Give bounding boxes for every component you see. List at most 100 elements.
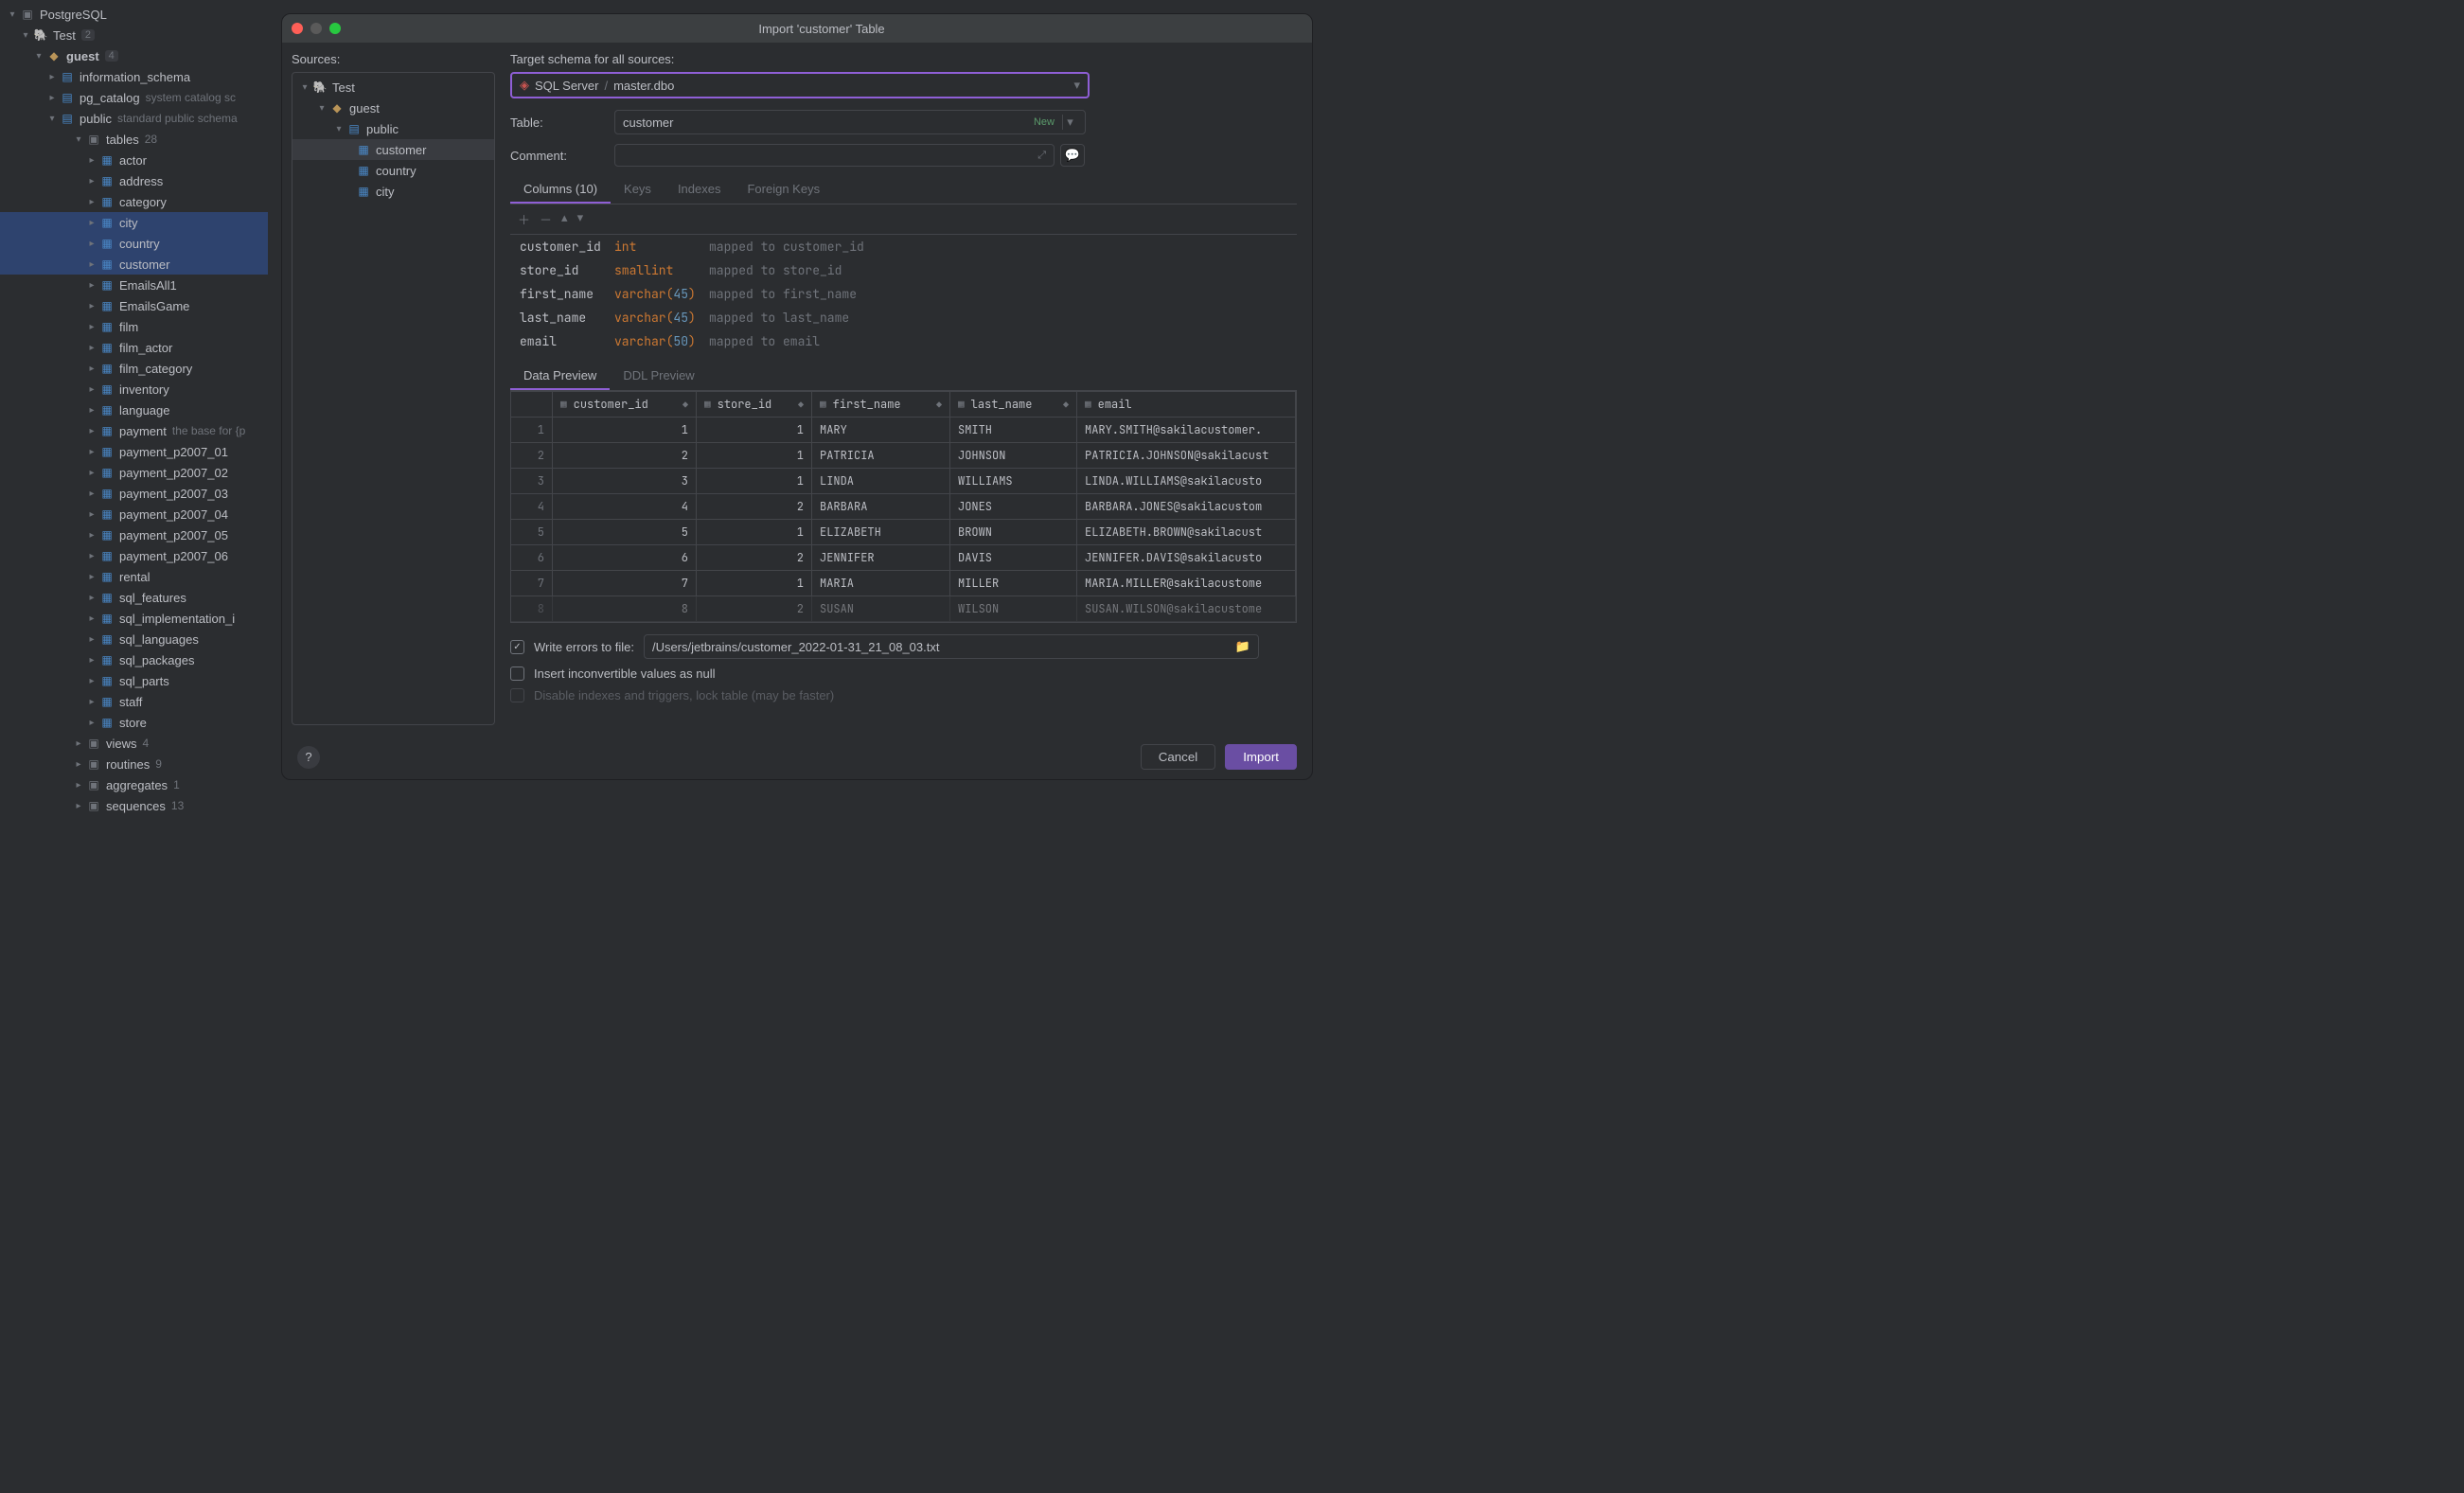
tree-connection[interactable]: ▾ 🐘 Test 2 [0, 25, 268, 45]
cell-first-name: PATRICIA [812, 443, 950, 468]
expand-icon[interactable]: ⤢ [1037, 150, 1046, 162]
cell-store-id: 1 [697, 469, 812, 493]
tree-database[interactable]: ▾ ◆ guest 4 [0, 45, 268, 66]
tree-schema[interactable]: ▸ ▤ information_schema [0, 66, 268, 87]
tree-table[interactable]: ▸ ▦ sql_parts [0, 670, 268, 691]
tree-table[interactable]: ▸ ▦ payment_p2007_01 [0, 441, 268, 462]
help-button[interactable]: ? [297, 746, 320, 769]
tree-table[interactable]: ▸ ▦ EmailsAll1 [0, 275, 268, 295]
tree-root[interactable]: ▾ ▣ PostgreSQL [0, 4, 268, 25]
move-up-icon[interactable]: ▴ [561, 210, 568, 228]
tree-schema[interactable]: ▸ ▤ pg_catalog system catalog sc [0, 87, 268, 108]
table-row[interactable]: 4 4 2 BARBARA JONES BARBARA.JONES@sakila… [511, 494, 1296, 520]
tree-table[interactable]: ▸ ▦ country [0, 233, 268, 254]
tree-schema[interactable]: ▾ ▤ public standard public schema [0, 108, 268, 129]
tree-table[interactable]: ▸ ▦ rental [0, 566, 268, 587]
mapping-row[interactable]: store_id smallint mapped to store_id [510, 258, 1297, 282]
sources-tree[interactable]: ▾ 🐘 Test ▾ ◆ guest ▾ [292, 72, 495, 725]
data-preview-grid[interactable]: ▦customer_id◆ ▦store_id◆ ▦first_name◆ ▦l… [510, 391, 1297, 623]
tree-table[interactable]: ▸ ▦ payment_p2007_05 [0, 524, 268, 545]
tree-table[interactable]: ▸ ▦ actor [0, 150, 268, 170]
src-table[interactable]: ▦ country [292, 160, 494, 181]
error-file-path-input[interactable]: /Users/jetbrains/customer_2022-01-31_21_… [644, 634, 1259, 659]
mapping-row[interactable]: first_name varchar(45) mapped to first_n… [510, 282, 1297, 306]
table-row[interactable]: 1 1 1 MARY SMITH MARY.SMITH@sakilacustom… [511, 418, 1296, 443]
mapping-row[interactable]: last_name varchar(45) mapped to last_nam… [510, 306, 1297, 329]
remove-icon[interactable]: － [540, 210, 552, 228]
cell-email: LINDA.WILLIAMS@sakilacusto [1077, 469, 1296, 493]
tree-label: public [80, 112, 112, 126]
tree-table[interactable]: ▸ ▦ sql_packages [0, 649, 268, 670]
target-schema-select[interactable]: ◈ SQL Server / master.dbo ▾ [510, 72, 1090, 98]
col-header-store-id[interactable]: ▦store_id◆ [697, 392, 812, 417]
mapping-row[interactable]: email varchar(50) mapped to email [510, 329, 1297, 353]
src-connection[interactable]: ▾ 🐘 Test [292, 77, 494, 98]
chevron-right-icon: ▸ [85, 718, 98, 728]
tree-table[interactable]: ▸ ▦ staff [0, 691, 268, 712]
table-row[interactable]: 2 2 1 PATRICIA JOHNSON PATRICIA.JOHNSON@… [511, 443, 1296, 469]
column-icon: ▦ [1085, 398, 1091, 411]
tree-table[interactable]: ▸ ▦ store [0, 712, 268, 733]
insert-null-checkbox[interactable] [510, 667, 524, 681]
comment-label: Comment: [510, 149, 614, 163]
tree-table[interactable]: ▸ ▦ customer [0, 254, 268, 275]
tree-table[interactable]: ▸ ▦ paymentthe base for {p [0, 420, 268, 441]
src-db[interactable]: ▾ ◆ guest [292, 98, 494, 118]
tree-table[interactable]: ▸ ▦ language [0, 400, 268, 420]
tree-table[interactable]: ▸ ▦ address [0, 170, 268, 191]
minimize-icon[interactable] [310, 23, 322, 34]
maximize-icon[interactable] [329, 23, 341, 34]
move-down-icon[interactable]: ▾ [577, 210, 584, 228]
tab-ddl-preview[interactable]: DDL Preview [610, 363, 707, 390]
cancel-button[interactable]: Cancel [1141, 744, 1216, 770]
tree-table[interactable]: ▸ ▦ sql_features [0, 587, 268, 608]
tree-table[interactable]: ▸ ▦ EmailsGame [0, 295, 268, 316]
col-header-customer-id[interactable]: ▦customer_id◆ [553, 392, 697, 417]
tree-table[interactable]: ▸ ▦ payment_p2007_03 [0, 483, 268, 504]
tree-group-sequences[interactable]: ▸ ▣ sequences 13 [0, 795, 268, 816]
tree-table[interactable]: ▸ ▦ film_category [0, 358, 268, 379]
close-icon[interactable] [292, 23, 303, 34]
table-row[interactable]: 8 8 2 SUSAN WILSON SUSAN.WILSON@sakilacu… [511, 596, 1296, 622]
src-schema[interactable]: ▾ ▤ public [292, 118, 494, 139]
table-name-input[interactable]: customer New ▾ [614, 110, 1086, 134]
tree-tables-group[interactable]: ▾ ▣ tables 28 [0, 129, 268, 150]
tree-table[interactable]: ▸ ▦ inventory [0, 379, 268, 400]
tree-group-views[interactable]: ▸ ▣ views 4 [0, 733, 268, 754]
tab-data-preview[interactable]: Data Preview [510, 363, 610, 390]
src-table[interactable]: ▦ city [292, 181, 494, 202]
tab-keys[interactable]: Keys [611, 176, 665, 204]
tree-group-aggregates[interactable]: ▸ ▣ aggregates 1 [0, 774, 268, 795]
tree-table[interactable]: ▸ ▦ category [0, 191, 268, 212]
tree-table[interactable]: ▸ ▦ film [0, 316, 268, 337]
tree-group-routines[interactable]: ▸ ▣ routines 9 [0, 754, 268, 774]
database-tree[interactable]: ▾ ▣ PostgreSQL ▾ 🐘 Test 2 ▾ ◆ guest 4 ▸ … [0, 0, 268, 1493]
tree-table[interactable]: ▸ ▦ payment_p2007_04 [0, 504, 268, 524]
col-header-last-name[interactable]: ▦last_name◆ [950, 392, 1077, 417]
comment-button[interactable]: 💬 [1060, 144, 1085, 167]
table-row[interactable]: 3 3 1 LINDA WILLIAMS LINDA.WILLIAMS@saki… [511, 469, 1296, 494]
column-mappings[interactable]: customer_id int mapped to customer_idsto… [510, 235, 1297, 353]
mapping-row[interactable]: customer_id int mapped to customer_id [510, 235, 1297, 258]
tab-foreign-keys[interactable]: Foreign Keys [734, 176, 833, 204]
tree-table[interactable]: ▸ ▦ payment_p2007_02 [0, 462, 268, 483]
table-row[interactable]: 6 6 2 JENNIFER DAVIS JENNIFER.DAVIS@saki… [511, 545, 1296, 571]
tab-columns[interactable]: Columns (10) [510, 176, 611, 204]
tree-table[interactable]: ▸ ▦ sql_implementation_i [0, 608, 268, 629]
chevron-right-icon: ▸ [45, 72, 59, 82]
table-row[interactable]: 7 7 1 MARIA MILLER MARIA.MILLER@sakilacu… [511, 571, 1296, 596]
tree-table[interactable]: ▸ ▦ city [0, 212, 268, 233]
col-header-first-name[interactable]: ▦first_name◆ [812, 392, 950, 417]
tree-table[interactable]: ▸ ▦ sql_languages [0, 629, 268, 649]
add-icon[interactable]: ＋ [518, 210, 530, 228]
src-table[interactable]: ▦ customer [292, 139, 494, 160]
comment-input[interactable]: ⤢ [614, 144, 1055, 167]
col-header-email[interactable]: ▦email [1077, 392, 1296, 417]
tree-table[interactable]: ▸ ▦ film_actor [0, 337, 268, 358]
tab-indexes[interactable]: Indexes [665, 176, 735, 204]
table-row[interactable]: 5 5 1 ELIZABETH BROWN ELIZABETH.BROWN@sa… [511, 520, 1296, 545]
tree-table[interactable]: ▸ ▦ payment_p2007_06 [0, 545, 268, 566]
folder-icon[interactable]: 📁 [1235, 639, 1250, 654]
write-errors-checkbox[interactable] [510, 640, 524, 654]
import-button[interactable]: Import [1225, 744, 1297, 770]
